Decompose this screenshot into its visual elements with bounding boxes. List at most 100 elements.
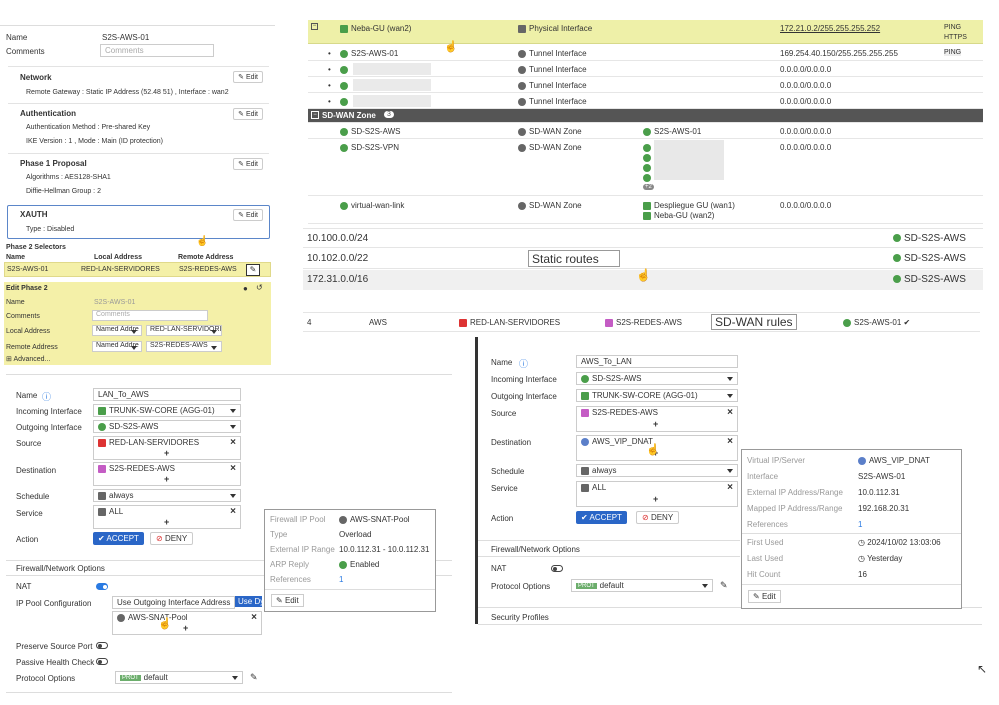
- passive-toggle[interactable]: [96, 658, 108, 665]
- source-field[interactable]: RED-LAN-SERVIDORES × +: [93, 436, 241, 460]
- zone-row[interactable]: SD-S2S-AWS SD-WAN Zone S2S-AWS-01 0.0.0.…: [308, 124, 983, 139]
- zone-row[interactable]: virtual-wan-link SD-WAN Zone Despliegue …: [308, 198, 983, 224]
- interface-row[interactable]: • Tunnel Interface 0.0.0.0/0.0.0.0: [308, 62, 983, 77]
- tip-edit-button[interactable]: ✎ Edit: [748, 590, 781, 603]
- remove-icon[interactable]: ×: [230, 437, 236, 448]
- tunnel-type-icon: [518, 49, 526, 58]
- schedule-select[interactable]: always: [576, 464, 738, 477]
- destination-field[interactable]: S2S-REDES-AWS × +: [93, 462, 241, 486]
- local-address-select[interactable]: RED-LAN-SERVIDORI: [146, 325, 222, 336]
- info-icon[interactable]: ⓘ: [42, 390, 51, 403]
- xauth-edit-button[interactable]: ✎ Edit: [233, 209, 263, 221]
- phase1-edit-button[interactable]: ✎ Edit: [233, 158, 263, 170]
- aggregate-icon: [581, 391, 589, 400]
- pencil-icon[interactable]: ✎: [246, 264, 260, 276]
- service-field[interactable]: ALL × +: [93, 505, 241, 529]
- outgoing-select[interactable]: SD-S2S-AWS: [93, 420, 241, 433]
- use-dynamic-button[interactable]: Use Dy: [235, 596, 262, 607]
- tunnel-icon: [643, 174, 651, 182]
- collapse-icon[interactable]: −: [311, 111, 319, 119]
- phase1-line2: Diffie-Hellman Group : 2: [26, 188, 101, 195]
- zone-member: Despliegue GU (wan1): [654, 201, 735, 210]
- tip-value: Yesterday: [867, 554, 903, 563]
- advanced-toggle[interactable]: ⊞ Advanced...: [6, 355, 50, 363]
- collapse-icon[interactable]: −: [311, 23, 318, 30]
- ep2-comments-input[interactable]: Comments: [92, 310, 208, 321]
- p2-selector-row[interactable]: S2S-AWS-01 RED-LAN-SERVIDORES S2S-REDES-…: [4, 262, 271, 277]
- passive-label: Passive Health Check: [16, 658, 95, 667]
- zone-name: SD-S2S-AWS: [351, 127, 401, 136]
- tunnel-icon: [643, 164, 651, 172]
- undo-icon[interactable]: ↺: [256, 283, 263, 292]
- accept-button[interactable]: ✔ ACCEPT: [576, 511, 627, 524]
- remove-icon[interactable]: ×: [727, 436, 733, 447]
- check-icon[interactable]: ●: [243, 284, 248, 293]
- add-icon[interactable]: +: [164, 448, 169, 458]
- sdwan-rule-row[interactable]: 4 AWS RED-LAN-SERVIDORES S2S-REDES-AWS S…: [303, 312, 980, 332]
- service-icon: [581, 483, 589, 492]
- ippool-field[interactable]: AWS-SNAT-Pool × +: [112, 611, 262, 635]
- nat-toggle[interactable]: [96, 583, 108, 590]
- outgoing-select[interactable]: TRUNK-SW-CORE (AGG-01): [576, 389, 738, 402]
- pencil-icon[interactable]: ✎: [720, 580, 728, 591]
- remove-icon[interactable]: ×: [727, 407, 733, 418]
- interface-row[interactable]: − Neba-GU (wan2) Physical Interface 172.…: [308, 20, 983, 44]
- interface-row[interactable]: • S2S-AWS-01 Tunnel Interface 169.254.40…: [308, 46, 983, 61]
- protocol-select[interactable]: PROT default: [571, 579, 713, 592]
- vip-icon: [581, 437, 589, 446]
- add-icon[interactable]: +: [183, 623, 188, 633]
- service-field[interactable]: ALL × +: [576, 481, 738, 507]
- remove-icon[interactable]: ×: [251, 612, 257, 623]
- route-row[interactable]: 10.100.0.0/24 SD-S2S-AWS: [303, 228, 983, 248]
- tip-references[interactable]: 1: [339, 575, 343, 584]
- pencil-icon[interactable]: ✎: [250, 672, 258, 683]
- deny-button[interactable]: ⊘ DENY: [150, 532, 194, 545]
- more-members-badge[interactable]: +2: [643, 184, 654, 190]
- deny-label: DENY: [164, 534, 188, 543]
- tip-edit-button[interactable]: ✎ Edit: [271, 594, 304, 607]
- phase1-section: Phase 1 Proposal ✎ Edit Algorithms : AES…: [8, 153, 269, 201]
- remove-icon[interactable]: ×: [230, 463, 236, 474]
- deny-button[interactable]: ⊘ DENY: [636, 511, 680, 524]
- source-field[interactable]: S2S-REDES-AWS × +: [576, 406, 738, 432]
- schedule-select[interactable]: always: [93, 489, 241, 502]
- ippool-tooltip: Firewall IP Pool AWS-SNAT-Pool Type Over…: [264, 509, 436, 612]
- physical-icon: [518, 24, 526, 33]
- info-icon[interactable]: ⓘ: [519, 357, 528, 370]
- nat-toggle[interactable]: [551, 565, 563, 572]
- preserve-toggle[interactable]: [96, 642, 108, 649]
- incoming-label: Incoming Interface: [16, 407, 82, 416]
- interface-row[interactable]: • Tunnel Interface 0.0.0.0/0.0.0.0: [308, 78, 983, 93]
- add-icon[interactable]: +: [164, 474, 169, 484]
- iface-name: S2S-AWS-01: [351, 49, 399, 58]
- incoming-select[interactable]: SD-S2S-AWS: [576, 372, 738, 385]
- policy-name-input[interactable]: LAN_To_AWS: [93, 388, 241, 401]
- comments-input[interactable]: Comments: [100, 44, 214, 57]
- add-icon[interactable]: +: [653, 494, 658, 504]
- tip-references[interactable]: 1: [858, 520, 862, 529]
- policy-name-input[interactable]: AWS_To_LAN: [576, 355, 738, 368]
- use-outgoing-button[interactable]: Use Outgoing Interface Address: [112, 596, 236, 609]
- auth-edit-button[interactable]: ✎ Edit: [233, 108, 263, 120]
- tip-key: External IP Range: [270, 545, 335, 554]
- incoming-select[interactable]: TRUNK-SW-CORE (AGG-01): [93, 404, 241, 417]
- remote-type-select[interactable]: Named Addre: [92, 341, 142, 352]
- add-icon[interactable]: +: [164, 517, 169, 527]
- network-edit-button[interactable]: ✎ Edit: [233, 71, 263, 83]
- remove-icon[interactable]: ×: [727, 482, 733, 493]
- route-row[interactable]: 10.102.0.0/22 SD-S2S-AWS: [303, 249, 983, 269]
- edit-phase2-panel: Edit Phase 2 ● ↺ Name S2S-AWS-01 Comment…: [4, 282, 271, 365]
- sdwan-zone-header[interactable]: − SD-WAN Zone 3: [308, 109, 983, 123]
- remote-address-select[interactable]: S2S-REDES-AWS: [146, 341, 222, 352]
- accept-button[interactable]: ✔ ACCEPT: [93, 532, 144, 545]
- addrgrp-icon: [98, 464, 106, 473]
- tunnel-type-icon: [518, 81, 526, 90]
- rule-name: AWS: [369, 318, 387, 327]
- interface-row[interactable]: • Tunnel Interface 0.0.0.0/0.0.0.0: [308, 94, 983, 109]
- local-type-select[interactable]: Named Addre: [92, 325, 142, 336]
- protocol-select[interactable]: PROT default: [115, 671, 243, 684]
- remove-icon[interactable]: ×: [230, 506, 236, 517]
- add-icon[interactable]: +: [653, 419, 658, 429]
- zone-row[interactable]: SD-S2S-VPN SD-WAN Zone S +2 0.0.0.0/0.0.…: [308, 140, 983, 196]
- route-gw: SD-S2S-AWS: [904, 253, 966, 264]
